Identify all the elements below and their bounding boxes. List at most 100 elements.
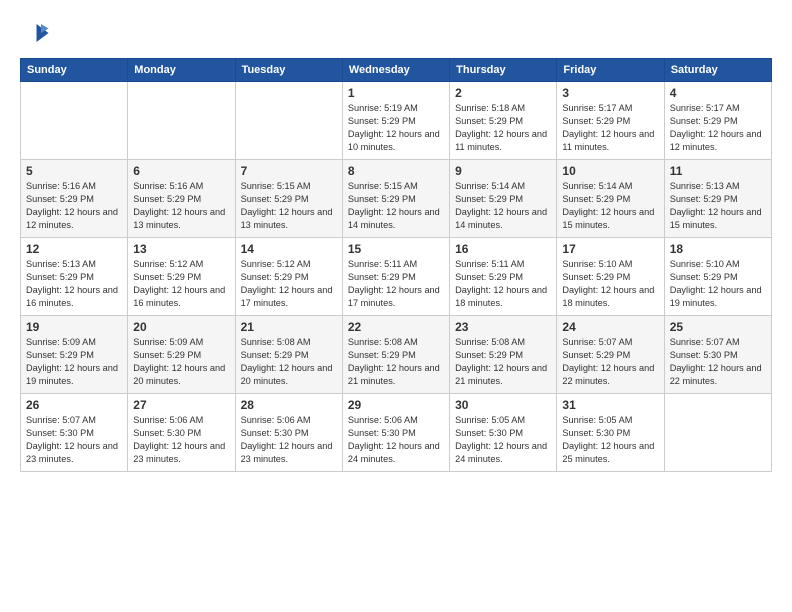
day-number: 29	[348, 398, 444, 412]
day-info: Sunrise: 5:08 AM Sunset: 5:29 PM Dayligh…	[348, 336, 444, 388]
day-info: Sunrise: 5:15 AM Sunset: 5:29 PM Dayligh…	[241, 180, 337, 232]
calendar-cell: 23 Sunrise: 5:08 AM Sunset: 5:29 PM Dayli…	[450, 316, 557, 394]
day-header-tuesday: Tuesday	[235, 59, 342, 82]
logo-icon	[20, 18, 50, 48]
calendar-cell: 22 Sunrise: 5:08 AM Sunset: 5:29 PM Dayli…	[342, 316, 449, 394]
calendar-cell: 31Sunrise: 5:05 AM Sunset: 5:30 PM Dayli…	[557, 394, 664, 472]
day-info: Sunrise: 5:13 AM Sunset: 5:29 PM Dayligh…	[670, 180, 766, 232]
calendar-cell: 15Sunrise: 5:11 AM Sunset: 5:29 PM Dayli…	[342, 238, 449, 316]
day-info: Sunrise: 5:13 AM Sunset: 5:29 PM Dayligh…	[26, 258, 122, 310]
calendar-cell: 26Sunrise: 5:07 AM Sunset: 5:30 PM Dayli…	[21, 394, 128, 472]
calendar-cell: 28Sunrise: 5:06 AM Sunset: 5:30 PM Dayli…	[235, 394, 342, 472]
calendar-cell: 18 Sunrise: 5:10 AM Sunset: 5:29 PM Dayli…	[664, 238, 771, 316]
day-info: Sunrise: 5:06 AM Sunset: 5:30 PM Dayligh…	[133, 414, 229, 466]
day-number: 12	[26, 242, 122, 256]
calendar-cell: 11 Sunrise: 5:13 AM Sunset: 5:29 PM Dayli…	[664, 160, 771, 238]
calendar-week-4: 19 Sunrise: 5:09 AM Sunset: 5:29 PM Dayli…	[21, 316, 772, 394]
day-header-thursday: Thursday	[450, 59, 557, 82]
calendar-cell: 4 Sunrise: 5:17 AM Sunset: 5:29 PM Daylig…	[664, 82, 771, 160]
calendar-header-row: SundayMondayTuesdayWednesdayThursdayFrid…	[21, 59, 772, 82]
day-info: Sunrise: 5:16 AM Sunset: 5:29 PM Dayligh…	[133, 180, 229, 232]
day-number: 8	[348, 164, 444, 178]
calendar-cell: 1Sunrise: 5:19 AM Sunset: 5:29 PM Daylig…	[342, 82, 449, 160]
calendar-cell: 25 Sunrise: 5:07 AM Sunset: 5:30 PM Dayli…	[664, 316, 771, 394]
calendar-table: SundayMondayTuesdayWednesdayThursdayFrid…	[20, 58, 772, 472]
calendar-cell: 27Sunrise: 5:06 AM Sunset: 5:30 PM Dayli…	[128, 394, 235, 472]
day-info: Sunrise: 5:07 AM Sunset: 5:30 PM Dayligh…	[670, 336, 766, 388]
day-info: Sunrise: 5:06 AM Sunset: 5:30 PM Dayligh…	[348, 414, 444, 466]
day-header-wednesday: Wednesday	[342, 59, 449, 82]
calendar-cell: 14 Sunrise: 5:12 AM Sunset: 5:29 PM Dayli…	[235, 238, 342, 316]
day-header-friday: Friday	[557, 59, 664, 82]
day-info: Sunrise: 5:17 AM Sunset: 5:29 PM Dayligh…	[670, 102, 766, 154]
day-info: Sunrise: 5:18 AM Sunset: 5:29 PM Dayligh…	[455, 102, 551, 154]
calendar-cell	[21, 82, 128, 160]
calendar-week-5: 26Sunrise: 5:07 AM Sunset: 5:30 PM Dayli…	[21, 394, 772, 472]
calendar-cell: 30 Sunrise: 5:05 AM Sunset: 5:30 PM Dayli…	[450, 394, 557, 472]
day-number: 25	[670, 320, 766, 334]
day-number: 19	[26, 320, 122, 334]
day-info: Sunrise: 5:09 AM Sunset: 5:29 PM Dayligh…	[26, 336, 122, 388]
day-info: Sunrise: 5:05 AM Sunset: 5:30 PM Dayligh…	[455, 414, 551, 466]
calendar-cell: 10 Sunrise: 5:14 AM Sunset: 5:29 PM Dayli…	[557, 160, 664, 238]
day-info: Sunrise: 5:10 AM Sunset: 5:29 PM Dayligh…	[670, 258, 766, 310]
calendar-cell: 21 Sunrise: 5:08 AM Sunset: 5:29 PM Dayli…	[235, 316, 342, 394]
day-info: Sunrise: 5:08 AM Sunset: 5:29 PM Dayligh…	[455, 336, 551, 388]
page: SundayMondayTuesdayWednesdayThursdayFrid…	[0, 0, 792, 612]
calendar-cell	[235, 82, 342, 160]
day-info: Sunrise: 5:06 AM Sunset: 5:30 PM Dayligh…	[241, 414, 337, 466]
day-info: Sunrise: 5:07 AM Sunset: 5:30 PM Dayligh…	[26, 414, 122, 466]
day-number: 9	[455, 164, 551, 178]
day-number: 23	[455, 320, 551, 334]
day-info: Sunrise: 5:12 AM Sunset: 5:29 PM Dayligh…	[241, 258, 337, 310]
day-info: Sunrise: 5:07 AM Sunset: 5:29 PM Dayligh…	[562, 336, 658, 388]
calendar-cell: 20Sunrise: 5:09 AM Sunset: 5:29 PM Dayli…	[128, 316, 235, 394]
day-number: 5	[26, 164, 122, 178]
day-number: 14	[241, 242, 337, 256]
day-info: Sunrise: 5:17 AM Sunset: 5:29 PM Dayligh…	[562, 102, 658, 154]
header	[20, 18, 772, 48]
day-info: Sunrise: 5:12 AM Sunset: 5:29 PM Dayligh…	[133, 258, 229, 310]
day-number: 16	[455, 242, 551, 256]
day-number: 13	[133, 242, 229, 256]
day-number: 11	[670, 164, 766, 178]
day-number: 21	[241, 320, 337, 334]
day-info: Sunrise: 5:10 AM Sunset: 5:29 PM Dayligh…	[562, 258, 658, 310]
day-header-sunday: Sunday	[21, 59, 128, 82]
day-header-monday: Monday	[128, 59, 235, 82]
day-number: 30	[455, 398, 551, 412]
day-number: 1	[348, 86, 444, 100]
calendar-cell: 13 Sunrise: 5:12 AM Sunset: 5:29 PM Dayli…	[128, 238, 235, 316]
calendar-cell: 9Sunrise: 5:14 AM Sunset: 5:29 PM Daylig…	[450, 160, 557, 238]
day-info: Sunrise: 5:09 AM Sunset: 5:29 PM Dayligh…	[133, 336, 229, 388]
day-number: 18	[670, 242, 766, 256]
day-info: Sunrise: 5:14 AM Sunset: 5:29 PM Dayligh…	[562, 180, 658, 232]
day-info: Sunrise: 5:16 AM Sunset: 5:29 PM Dayligh…	[26, 180, 122, 232]
calendar-cell: 16 Sunrise: 5:11 AM Sunset: 5:29 PM Dayli…	[450, 238, 557, 316]
day-info: Sunrise: 5:08 AM Sunset: 5:29 PM Dayligh…	[241, 336, 337, 388]
calendar-cell: 6 Sunrise: 5:16 AM Sunset: 5:29 PM Daylig…	[128, 160, 235, 238]
calendar-cell: 24Sunrise: 5:07 AM Sunset: 5:29 PM Dayli…	[557, 316, 664, 394]
calendar-cell: 19 Sunrise: 5:09 AM Sunset: 5:29 PM Dayli…	[21, 316, 128, 394]
day-number: 7	[241, 164, 337, 178]
day-header-saturday: Saturday	[664, 59, 771, 82]
day-number: 22	[348, 320, 444, 334]
day-number: 10	[562, 164, 658, 178]
day-number: 17	[562, 242, 658, 256]
day-number: 2	[455, 86, 551, 100]
calendar-cell: 7 Sunrise: 5:15 AM Sunset: 5:29 PM Daylig…	[235, 160, 342, 238]
day-info: Sunrise: 5:05 AM Sunset: 5:30 PM Dayligh…	[562, 414, 658, 466]
day-info: Sunrise: 5:11 AM Sunset: 5:29 PM Dayligh…	[455, 258, 551, 310]
calendar-cell: 12 Sunrise: 5:13 AM Sunset: 5:29 PM Dayli…	[21, 238, 128, 316]
day-number: 4	[670, 86, 766, 100]
day-number: 6	[133, 164, 229, 178]
day-info: Sunrise: 5:15 AM Sunset: 5:29 PM Dayligh…	[348, 180, 444, 232]
calendar-cell: 5 Sunrise: 5:16 AM Sunset: 5:29 PM Daylig…	[21, 160, 128, 238]
calendar-cell: 3 Sunrise: 5:17 AM Sunset: 5:29 PM Daylig…	[557, 82, 664, 160]
logo	[20, 18, 54, 48]
day-number: 3	[562, 86, 658, 100]
calendar-week-3: 12 Sunrise: 5:13 AM Sunset: 5:29 PM Dayli…	[21, 238, 772, 316]
calendar-cell: 2 Sunrise: 5:18 AM Sunset: 5:29 PM Daylig…	[450, 82, 557, 160]
calendar-cell	[128, 82, 235, 160]
calendar-cell	[664, 394, 771, 472]
